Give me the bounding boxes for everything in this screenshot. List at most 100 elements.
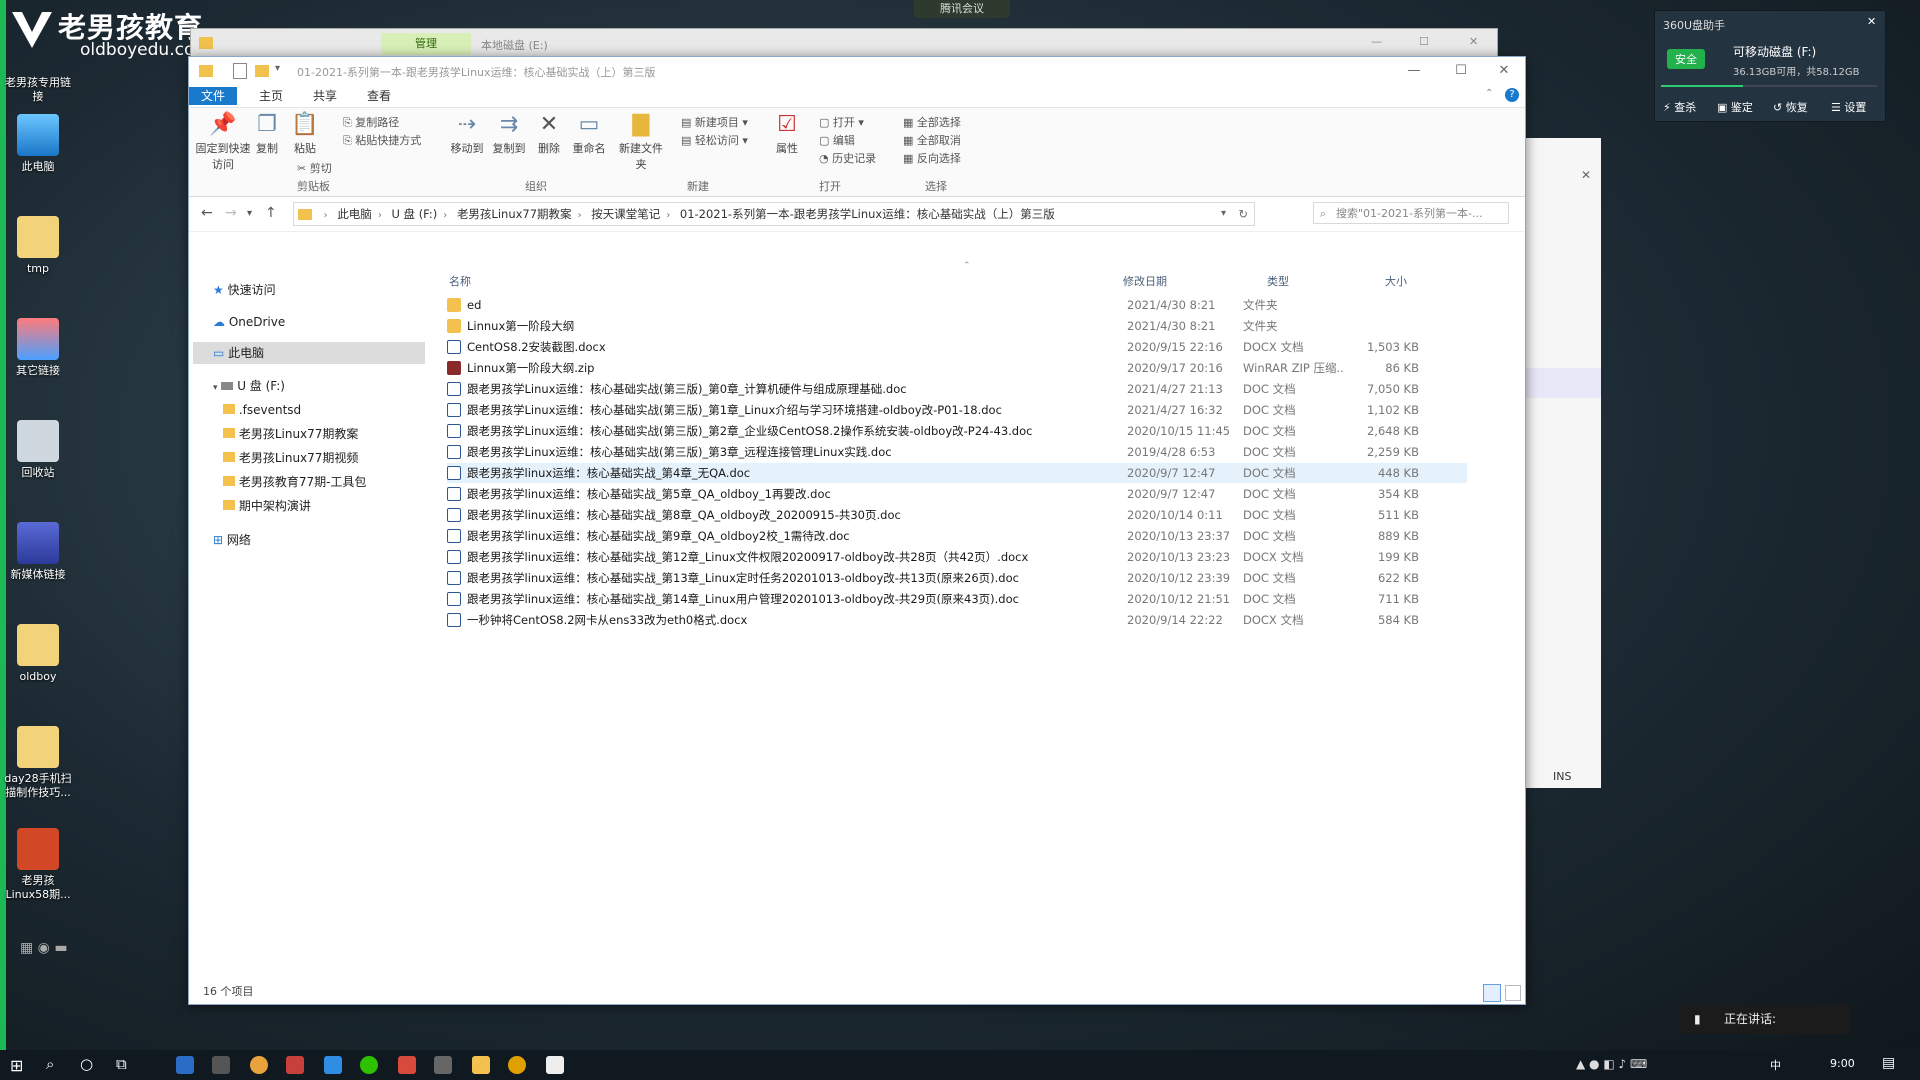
copy-button[interactable]: ❐ 复制	[249, 112, 285, 156]
file-row[interactable]: 跟老男孩学linux运维：核心基础实战_第9章_QA_oldboy2校_1需待改…	[447, 526, 1467, 546]
file-row[interactable]: 跟老男孩学Linux运维：核心基础实战(第三版)_第1章_Linux介绍与学习环…	[447, 400, 1467, 420]
maximize-button[interactable]: ☐	[1446, 61, 1476, 81]
address-bar[interactable]: › 此电脑 › U 盘 (F:) › 老男孩Linux77期教案 › 按天课堂笔记 › …	[293, 202, 1255, 226]
edit-button[interactable]: ▢ 编辑	[819, 132, 855, 148]
widget-action-scan[interactable]: ⚡ 查杀	[1663, 99, 1696, 115]
tray-icons[interactable]: ▲ ● ◧ ♪ ⌨	[1576, 1057, 1647, 1071]
file-row[interactable]: Linnux第一阶段大纲 2021/4/30 8:21 文件夹	[447, 316, 1467, 336]
widget-action-restore[interactable]: ↺ 恢复	[1773, 99, 1808, 115]
taskbar-app-icon[interactable]	[508, 1056, 526, 1074]
taskbar-app-icon[interactable]	[398, 1056, 416, 1074]
new-item-button[interactable]: ▤ 新建项目 ▾	[681, 114, 748, 130]
close-button[interactable]: ✕	[1489, 61, 1519, 81]
file-row[interactable]: 跟老男孩学linux运维：核心基础实战_第4章_无QA.doc 2020/9/7 …	[447, 463, 1467, 483]
nav-usb-drive[interactable]: ▾ U 盘 (F:)	[213, 375, 285, 397]
nav-network[interactable]: ⊞ 网络	[213, 529, 251, 551]
properties-icon[interactable]	[233, 63, 247, 79]
file-row[interactable]: 跟老男孩学linux运维：核心基础实战_第13章_Linux定时任务202010…	[447, 568, 1467, 588]
breadcrumb-item[interactable]: 老男孩Linux77期教案	[457, 203, 572, 225]
minimize-icon[interactable]: —	[1371, 35, 1382, 48]
file-row[interactable]: 跟老男孩学Linux运维：核心基础实战(第三版)_第3章_远程连接管理Linux…	[447, 442, 1467, 462]
invert-selection-button[interactable]: ▦ 反向选择	[903, 150, 961, 166]
properties-button[interactable]: ☑ 属性	[769, 112, 805, 156]
chevron-down-icon[interactable]: ▾	[275, 63, 280, 74]
help-icon[interactable]: ?	[1505, 88, 1519, 102]
nav-onedrive[interactable]: ☁ OneDrive	[213, 311, 285, 333]
file-row[interactable]: 跟老男孩学linux运维：核心基础实战_第5章_QA_oldboy_1再要改.d…	[447, 484, 1467, 504]
forward-arrow-icon[interactable]: →	[225, 205, 237, 221]
tab-share[interactable]: 共享	[301, 87, 349, 105]
file-row[interactable]: 跟老男孩学linux运维：核心基础实战_第14章_Linux用户管理202010…	[447, 589, 1467, 609]
tab-home[interactable]: 主页	[247, 87, 295, 105]
chrome-icon[interactable]	[250, 1056, 268, 1074]
nav-folder-toolkit[interactable]: 老男孩教育77期-工具包	[223, 471, 366, 493]
chevron-down-icon[interactable]: ▾	[1221, 203, 1226, 225]
select-all-button[interactable]: ▦ 全部选择	[903, 114, 961, 130]
nav-this-pc[interactable]: ▭ 此电脑	[193, 342, 425, 364]
taskbar-app-icon[interactable]	[324, 1056, 342, 1074]
nav-folder-fseventsd[interactable]: .fseventsd	[223, 399, 301, 421]
column-header-type[interactable]: 类型	[1267, 273, 1289, 289]
taskbar-app-icon[interactable]	[286, 1056, 304, 1074]
ime-indicator[interactable]: 中	[1770, 1057, 1781, 1073]
desktop-icon-tmp[interactable]: tmp	[4, 216, 72, 276]
desktop-icon-ppt[interactable]: 老男孩Linux58期...	[4, 828, 72, 902]
taskbar-app-icon[interactable]	[176, 1056, 194, 1074]
paste-shortcut-button[interactable]: ⎘ 粘贴快捷方式	[343, 132, 421, 148]
column-header-date[interactable]: 修改日期	[1123, 273, 1167, 289]
open-button[interactable]: ▢ 打开 ▾	[819, 114, 864, 130]
nav-folder-lesson-plans[interactable]: 老男孩Linux77期教案	[223, 423, 358, 445]
file-row[interactable]: 跟老男孩学Linux运维：核心基础实战(第三版)_第2章_企业级CentOS8.…	[447, 421, 1467, 441]
nav-quick-access[interactable]: ★ 快速访问	[213, 279, 276, 301]
notification-icon[interactable]: ▤	[1882, 1055, 1895, 1071]
file-row[interactable]: CentOS8.2安装截图.docx 2020/9/15 22:16 DOCX 文档…	[447, 337, 1467, 357]
nav-folder-midterm[interactable]: 期中架构演讲	[223, 495, 311, 517]
close-icon[interactable]: ✕	[1581, 168, 1591, 182]
copy-to-button[interactable]: ⇉ 复制到	[489, 112, 529, 156]
desktop-icon-recycle-bin[interactable]: 回收站	[4, 420, 72, 480]
desktop-icon-media-links[interactable]: 新媒体链接	[4, 522, 72, 582]
tab-view[interactable]: 查看	[355, 87, 403, 105]
new-folder-button[interactable]: ▇ 新建文件夹	[619, 112, 663, 172]
large-icons-view-icon[interactable]	[1505, 985, 1521, 1001]
tab-file[interactable]: 文件	[189, 87, 238, 105]
column-header-name[interactable]: 名称	[449, 273, 471, 289]
copy-path-button[interactable]: ⎘ 复制路径	[343, 114, 399, 130]
windows-start-icon[interactable]: ⊞	[10, 1056, 23, 1075]
details-view-icon[interactable]	[1483, 984, 1501, 1002]
chevron-up-icon[interactable]: ⌃	[1485, 88, 1493, 99]
delete-button[interactable]: ✕ 删除	[531, 112, 567, 156]
task-view-icon[interactable]: ⧉	[116, 1055, 127, 1073]
file-row[interactable]: ed 2021/4/30 8:21 文件夹	[447, 295, 1467, 315]
widget-action-settings[interactable]: ☰ 设置	[1831, 99, 1866, 115]
taskbar-app-icon[interactable]	[212, 1056, 230, 1074]
paste-button[interactable]: 📋 粘贴	[287, 112, 323, 156]
cortana-icon[interactable]: ○	[80, 1055, 93, 1073]
file-row[interactable]: 一秒钟将CentOS8.2网卡从ens33改为eth0格式.docx 2020/9…	[447, 610, 1467, 630]
file-row[interactable]: 跟老男孩学linux运维：核心基础实战_第12章_Linux文件权限202009…	[447, 547, 1467, 567]
clock[interactable]: 9:00	[1830, 1057, 1855, 1070]
recent-dropdown-icon[interactable]: ▾	[247, 208, 252, 219]
file-row[interactable]: Linnux第一阶段大纲.zip 2020/9/17 20:16 WinRAR ZI…	[447, 358, 1467, 378]
close-icon[interactable]: ✕	[1469, 35, 1478, 48]
meeting-indicator[interactable]: 腾讯会议	[914, 0, 1010, 18]
breadcrumb-item[interactable]: 此电脑	[337, 203, 372, 225]
maximize-icon[interactable]: ☐	[1419, 35, 1429, 48]
wechat-icon[interactable]	[360, 1056, 378, 1074]
desktop-icon-day28[interactable]: day28手机扫描制作技巧...	[4, 726, 72, 800]
search-icon[interactable]: ⌕	[46, 1055, 54, 1073]
easy-access-button[interactable]: ▤ 轻松访问 ▾	[681, 132, 748, 148]
taskbar-app-icon[interactable]	[434, 1056, 452, 1074]
column-header-size[interactable]: 大小	[1385, 273, 1407, 289]
rename-button[interactable]: ▭ 重命名	[569, 112, 609, 156]
desktop-icon-other-links[interactable]: 其它链接	[4, 318, 72, 378]
breadcrumb-item[interactable]: U 盘 (F:)	[391, 203, 437, 225]
nav-folder-videos[interactable]: 老男孩Linux77期视频	[223, 447, 358, 469]
breadcrumb-item[interactable]: 01-2021-系列第一本-跟老男孩学Linux运维：核心基础实战（上）第三版	[680, 203, 1055, 225]
file-explorer-icon[interactable]	[472, 1056, 490, 1074]
minimize-button[interactable]: —	[1399, 61, 1429, 81]
widget-action-identify[interactable]: ▣ 鉴定	[1717, 99, 1753, 115]
cut-button[interactable]: ✂ 剪切	[297, 160, 332, 176]
refresh-icon[interactable]: ↻	[1238, 203, 1248, 225]
select-none-button[interactable]: ▦ 全部取消	[903, 132, 961, 148]
